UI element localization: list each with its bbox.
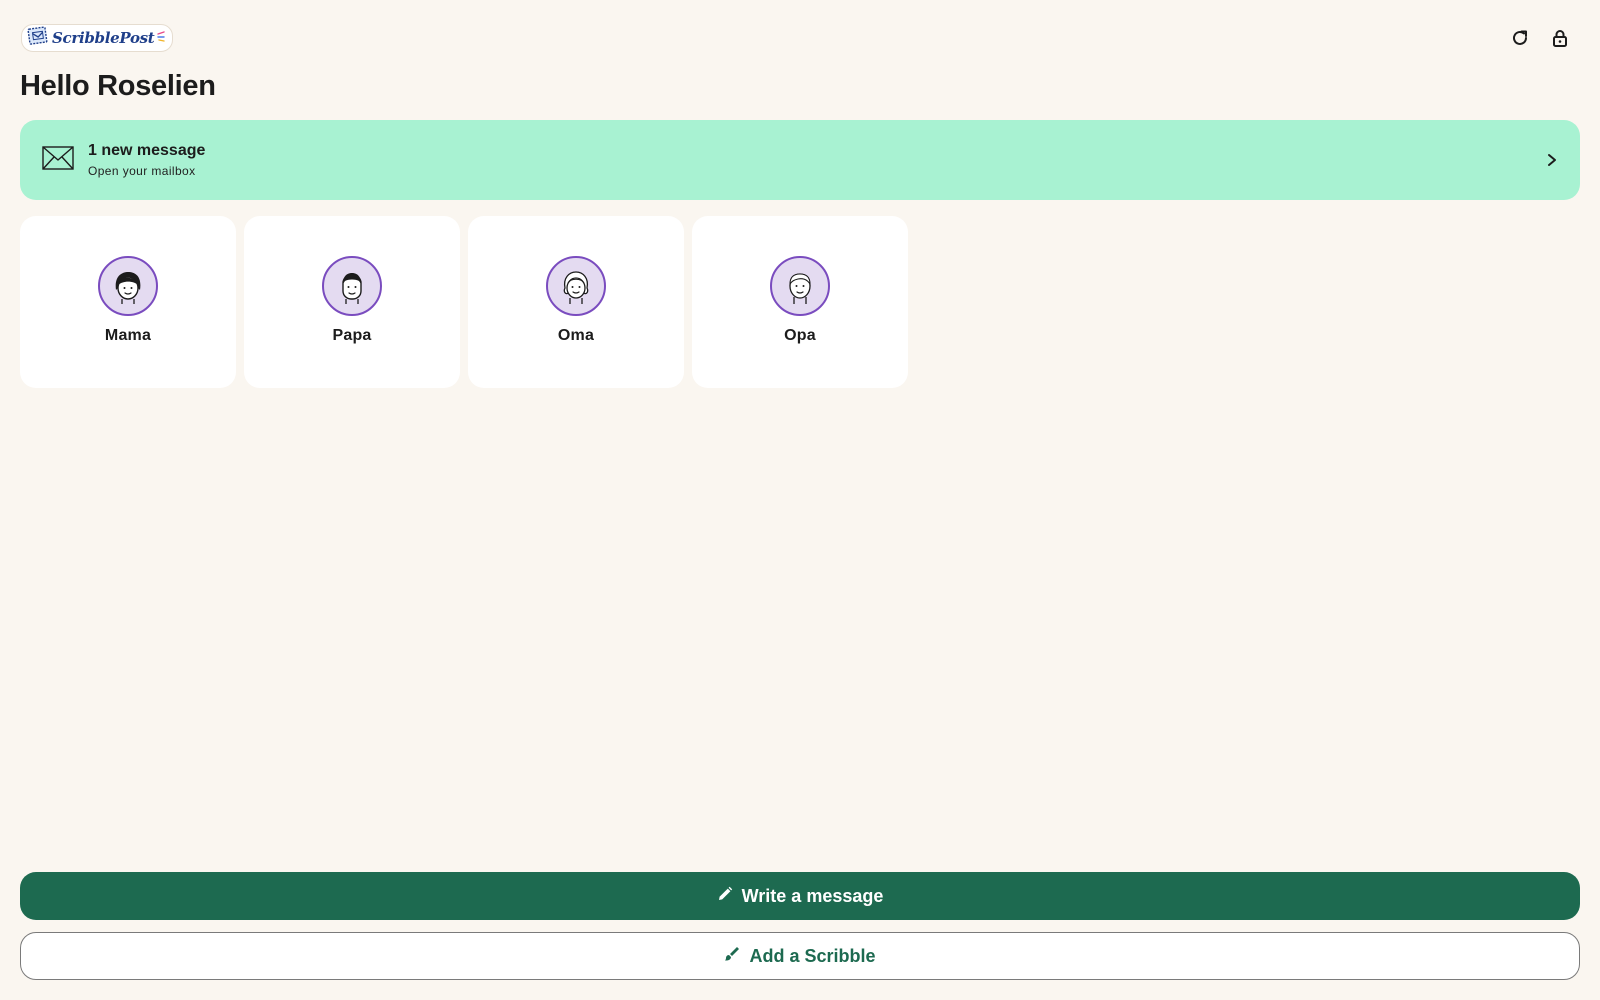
- refresh-button[interactable]: [1508, 28, 1532, 52]
- refresh-icon: [1510, 28, 1530, 53]
- page-title: Hello Roselien: [20, 70, 216, 102]
- stamp-icon: [27, 25, 49, 52]
- chevron-right-icon: [1546, 153, 1558, 167]
- oma-face-icon: [546, 256, 606, 316]
- mailbox-banner[interactable]: 1 new message Open your mailbox: [20, 120, 1580, 200]
- brush-icon: [724, 946, 740, 967]
- contact-name: Opa: [784, 327, 816, 344]
- contact-card-papa[interactable]: Papa: [244, 216, 460, 388]
- header-actions: [1508, 28, 1572, 52]
- mailbox-texts: 1 new message Open your mailbox: [88, 142, 205, 178]
- add-scribble-button[interactable]: Add a Scribble: [20, 932, 1580, 980]
- home-screen: ScribblePost Hello Roselien 1 new messag…: [0, 0, 1600, 1000]
- logo-wordmark: ScribblePost: [52, 29, 155, 47]
- papa-face-icon: [322, 256, 382, 316]
- mailbox-subtitle: Open your mailbox: [88, 164, 196, 178]
- write-message-label: Write a message: [741, 885, 884, 906]
- contact-card-oma[interactable]: Oma: [468, 216, 684, 388]
- contact-card-opa[interactable]: Opa: [692, 216, 908, 388]
- pencil-icon: [717, 886, 733, 907]
- new-message-count: 1 new message: [88, 142, 206, 159]
- contact-name: Papa: [332, 327, 372, 344]
- sparkle-icon: [157, 29, 166, 47]
- contact-list: Mama Papa Oma Opa: [20, 216, 908, 388]
- lock-icon: [1550, 28, 1570, 53]
- add-scribble-label: Add a Scribble: [749, 945, 876, 966]
- app-logo: ScribblePost: [21, 24, 174, 52]
- contact-card-mama[interactable]: Mama: [20, 216, 236, 388]
- contact-name: Mama: [104, 327, 152, 344]
- write-message-button[interactable]: Write a message: [20, 872, 1580, 920]
- envelope-icon: [42, 145, 74, 175]
- opa-face-icon: [770, 256, 830, 316]
- lock-button[interactable]: [1548, 28, 1572, 52]
- contact-name: Oma: [557, 327, 595, 344]
- mama-face-icon: [98, 256, 158, 316]
